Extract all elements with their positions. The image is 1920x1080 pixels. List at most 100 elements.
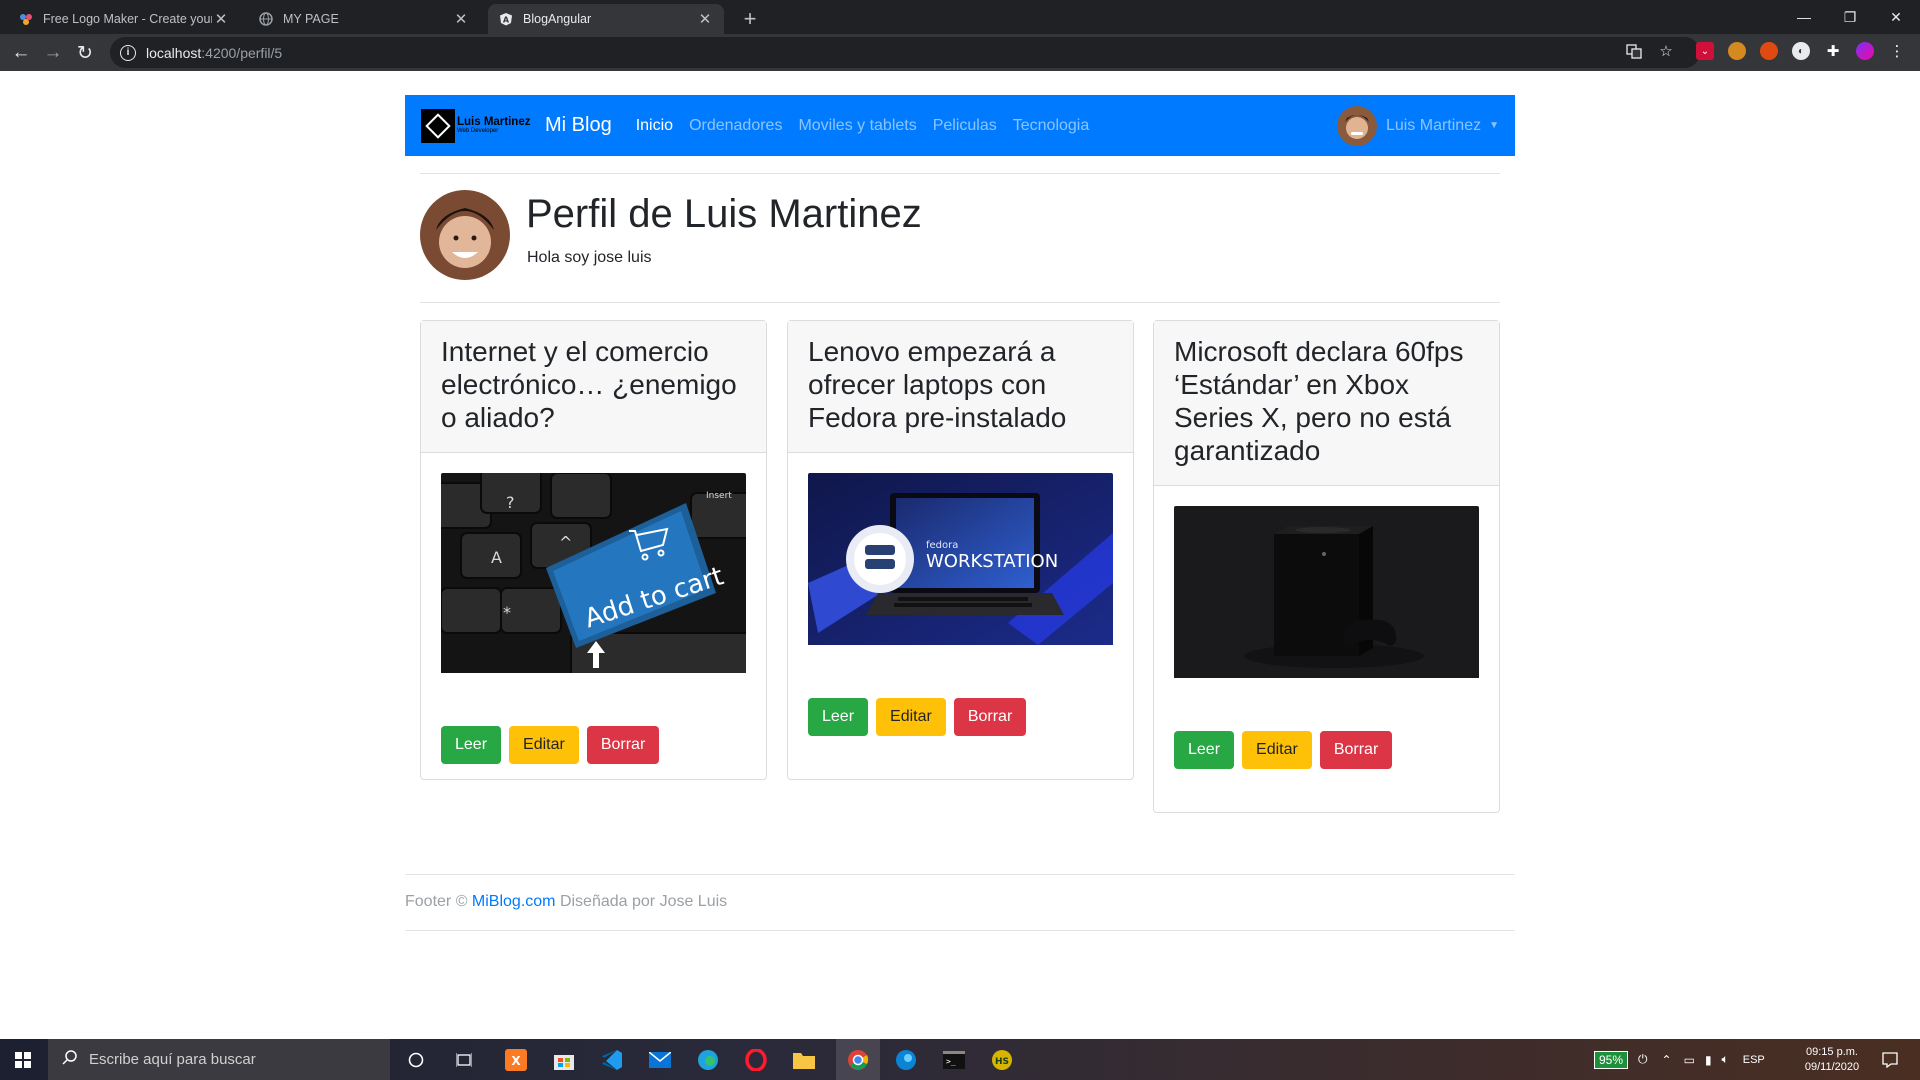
tab-logo-maker[interactable]: Free Logo Maker - Create your o ✕ [8, 4, 240, 34]
back-icon[interactable]: ← [8, 40, 34, 66]
tab-title: BlogAngular [523, 12, 592, 26]
notifications-icon[interactable] [1872, 1039, 1908, 1080]
clock[interactable]: 09:15 p.m. 09/11/2020 [1796, 1039, 1868, 1080]
svg-text:Insert: Insert [706, 491, 732, 501]
mail-icon[interactable] [644, 1039, 676, 1080]
delete-button[interactable]: Borrar [953, 698, 1027, 736]
reload-icon[interactable]: ↻ [72, 40, 98, 66]
fox-extension-icon[interactable] [1760, 42, 1778, 60]
card-title[interactable]: Internet y el comercio electrónico… ¿ene… [441, 335, 746, 434]
delete-button[interactable]: Borrar [586, 726, 660, 764]
divider [420, 173, 1500, 174]
card-header: Internet y el comercio electrónico… ¿ene… [421, 321, 766, 453]
cookie-extension-icon[interactable] [1728, 42, 1746, 60]
card-actions: Leer Editar Borrar [808, 698, 1113, 736]
card-title[interactable]: Lenovo empezará a ofrecer laptops con Fe… [808, 335, 1113, 434]
page-viewport: Luis Martinez Web Developer Mi Blog Inic… [0, 71, 1920, 1039]
angular-icon: A [498, 11, 514, 27]
windows-start-icon[interactable] [0, 1039, 46, 1080]
dark-mode-extension-icon[interactable]: ◐ [1792, 42, 1810, 60]
svg-text:A: A [503, 16, 510, 25]
card-header: Lenovo empezará a ofrecer laptops con Fe… [788, 321, 1133, 453]
post-card: Microsoft declara 60fps ‘Estándar’ en Xb… [1153, 320, 1500, 813]
new-tab-icon[interactable]: + [738, 6, 762, 32]
nav-link-tecnologia[interactable]: Tecnologia [1013, 117, 1090, 135]
edit-button[interactable]: Editar [876, 698, 946, 736]
brand-logo[interactable]: Luis Martinez Web Developer [421, 107, 539, 145]
user-dropdown[interactable]: Luis Martinez ▼ [1336, 105, 1499, 146]
search-placeholder: Escribe aquí para buscar [89, 1051, 256, 1068]
close-tab-icon[interactable]: ✕ [696, 10, 714, 28]
edit-button[interactable]: Editar [509, 726, 579, 764]
main-navbar: Luis Martinez Web Developer Mi Blog Inic… [405, 95, 1515, 156]
xampp-icon[interactable]: X [500, 1039, 532, 1080]
app-blue-drop-icon[interactable] [890, 1039, 922, 1080]
nav-link-inicio[interactable]: Inicio [636, 117, 673, 135]
caret-down-icon: ▼ [1489, 120, 1499, 131]
menu-dots-icon[interactable]: ⋮ [1888, 42, 1906, 60]
nav-links: Inicio Ordenadores Moviles y tablets Pel… [636, 117, 1106, 135]
close-window-icon[interactable]: ✕ [1874, 0, 1918, 34]
battery-indicator[interactable]: 95% [1594, 1050, 1629, 1069]
edit-button[interactable]: Editar [1242, 731, 1312, 769]
extensions-puzzle-icon[interactable]: ✚ [1824, 42, 1842, 60]
page-title: Perfil de Luis Martinez [526, 192, 922, 236]
footer-prefix: Footer © [405, 893, 472, 910]
svg-text:?: ? [506, 493, 515, 512]
read-button[interactable]: Leer [808, 698, 869, 736]
delete-button[interactable]: Borrar [1319, 731, 1393, 769]
edge-icon[interactable] [692, 1039, 724, 1080]
card-actions: Leer Editar Borrar [441, 726, 746, 764]
task-view-icon[interactable] [448, 1039, 480, 1080]
card-body: Leer Editar Borrar [1154, 486, 1499, 789]
translate-icon[interactable] [1624, 41, 1644, 61]
hs-app-icon[interactable]: HS [986, 1039, 1018, 1080]
restore-icon[interactable]: ❐ [1828, 0, 1872, 34]
file-explorer-icon[interactable] [788, 1039, 820, 1080]
minimize-icon[interactable]: — [1782, 0, 1826, 34]
opera-icon[interactable] [740, 1039, 772, 1080]
read-button[interactable]: Leer [441, 726, 502, 764]
forward-icon[interactable]: → [40, 40, 66, 66]
power-plug-icon[interactable]: ⏻ [1638, 1052, 1648, 1067]
tab-blog-angular[interactable]: A BlogAngular ✕ [488, 4, 724, 34]
chrome-icon[interactable] [836, 1039, 880, 1080]
close-tab-icon[interactable]: ✕ [212, 10, 230, 28]
battery-icon[interactable]: ▮ [1705, 1053, 1712, 1067]
logo-subtitle: Web Developer [457, 128, 499, 135]
post-card: Lenovo empezará a ofrecer laptops con Fe… [787, 320, 1134, 780]
nav-link-ordenadores[interactable]: Ordenadores [689, 117, 782, 135]
brand-name[interactable]: Mi Blog [545, 114, 612, 137]
store-icon[interactable] [548, 1039, 580, 1080]
card-title[interactable]: Microsoft declara 60fps ‘Estándar’ en Xb… [1174, 335, 1479, 467]
address-bar[interactable]: i localhost:4200/perfil/5 [110, 37, 1700, 68]
network-icon[interactable]: ▭ [1684, 1053, 1695, 1067]
avatar [1336, 105, 1377, 146]
info-icon[interactable]: i [120, 44, 136, 61]
card-body: A ? * ^ Insert Add to cart Leer Editar B… [421, 453, 766, 784]
nav-link-moviles[interactable]: Moviles y tablets [798, 117, 916, 135]
cortana-icon[interactable] [400, 1039, 432, 1080]
close-tab-icon[interactable]: ✕ [452, 10, 470, 28]
svg-text:HS: HS [995, 1057, 1009, 1067]
footer-link[interactable]: MiBlog.com [472, 893, 556, 910]
card-image-xbox [1174, 506, 1479, 683]
read-button[interactable]: Leer [1174, 731, 1235, 769]
nav-link-peliculas[interactable]: Peliculas [933, 117, 997, 135]
divider [405, 874, 1515, 875]
svg-text:>_: >_ [946, 1057, 956, 1066]
chevron-up-icon[interactable]: ⌃ [1662, 1053, 1672, 1067]
language-indicator[interactable]: ESP [1743, 1054, 1765, 1066]
profile-avatar-icon[interactable] [1856, 42, 1874, 60]
profile-avatar [420, 190, 510, 280]
fedora-small-text: fedora [926, 540, 958, 551]
tab-my-page[interactable]: MY PAGE ✕ [248, 4, 480, 34]
divider [420, 302, 1500, 303]
svg-text:A: A [491, 548, 502, 567]
pocket-extension-icon[interactable]: ⌄ [1696, 42, 1714, 60]
taskbar-search-input[interactable]: Escribe aquí para buscar [48, 1039, 390, 1080]
terminal-icon[interactable]: >_ [938, 1039, 970, 1080]
volume-icon[interactable]: 🔈︎ [1722, 1052, 1729, 1067]
bookmark-star-icon[interactable]: ☆ [1656, 41, 1676, 61]
vscode-icon[interactable] [596, 1039, 628, 1080]
